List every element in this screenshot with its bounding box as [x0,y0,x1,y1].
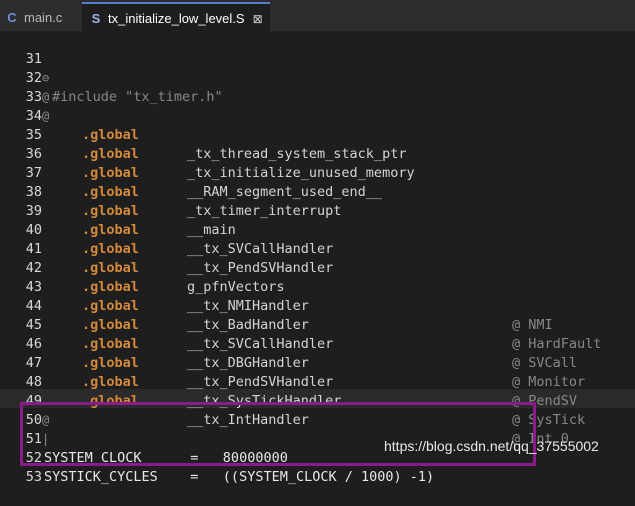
code-line: 41 .global g_pfnVectors [0,221,635,295]
code-line: 37 .global _tx_timer_interrupt [0,145,635,219]
c-file-icon: C [7,10,17,25]
code-line: 43 .global __tx_BadHandler @ HardFault [0,259,635,352]
code-line: 49 @ [0,373,635,427]
code-line: 42 .global __tx_NMIHandler @ NMI [0,240,635,333]
code-line: 34 .global _tx_thread_system_stack_ptr [0,88,635,162]
code-line: 33 @ [0,69,635,123]
code-line: 35 .global _tx_initialize_unused_memory [0,107,635,181]
code-line: 44 .global __tx_SVCallHandler @ SVCall [0,278,635,371]
tab-main-c[interactable]: C main.c [0,4,88,31]
code-line: 40 .global __tx_PendSVHandler [0,202,635,276]
tab-tx-initialize-low-level[interactable]: S tx_initialize_low_level.S ⊠ [82,2,270,33]
code-line: 45 .global __tx_DBGHandler @ Monitor [0,297,635,390]
code-line: 32 @ [0,50,635,104]
line-number: 53 [25,469,42,485]
tab-label: tx_initialize_low_level.S [108,11,245,26]
code-line: 47 .global __tx_SysTickHandler @ SysTick [0,335,635,428]
code-line: 39 .global __tx_SVCallHandler [0,183,635,257]
assignment-text: SYSTICK_CYCLES = ((SYSTEM_CLOCK / 1000) … [44,469,435,485]
code-line: 48 .global __tx_IntHandler @ Int 0 [0,354,635,447]
close-icon[interactable]: ⊠ [253,12,263,26]
code-line: 36 .global __RAM_segment_used_end__ [0,126,635,200]
watermark: https://blog.csdn.net/qq_37555002 [384,438,599,454]
code-editor[interactable]: 31 ⊖ #include "tx_timer.h" 32 @ 33 @ 34 … [0,31,635,485]
code-line: 38 .global __main [0,164,635,238]
editor-tab-bar: C main.c S tx_initialize_low_level.S ⊠ [0,0,635,33]
tab-label: main.c [24,10,63,25]
highlight-box [20,402,536,466]
code-line: 31 ⊖ #include "tx_timer.h" [0,31,635,105]
s-file-icon: S [91,11,101,26]
code-line: 46 .global __tx_PendSVHandler @ PendSV [0,316,635,409]
